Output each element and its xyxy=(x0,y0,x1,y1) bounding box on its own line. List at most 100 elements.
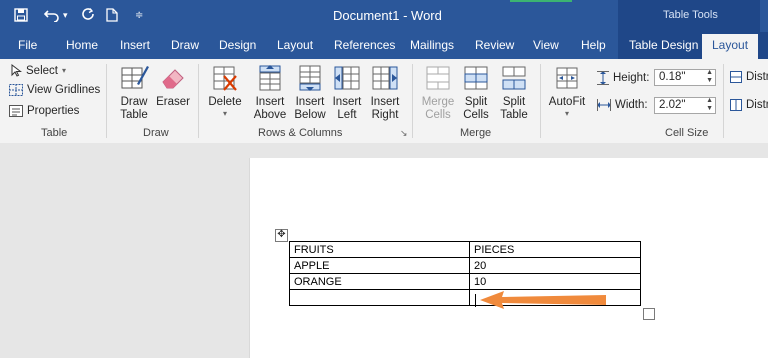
merge-cells-icon xyxy=(426,66,450,90)
rows-columns-group-label: Rows & Columns xyxy=(258,127,343,139)
rows-columns-launcher-icon[interactable]: ↘ xyxy=(400,128,408,139)
distribute-columns-button[interactable]: Distr xyxy=(730,99,768,111)
insert-above-icon xyxy=(259,65,281,91)
table-tools-context: Table Tools xyxy=(618,0,760,32)
insert-left-button[interactable]: Insert Left xyxy=(328,64,366,122)
insert-right-button[interactable]: Insert Right xyxy=(366,64,404,122)
tab-file[interactable]: File xyxy=(18,38,37,52)
width-input[interactable]: 2.02" ▲ ▼ xyxy=(654,97,716,114)
select-button[interactable]: Select ▾ xyxy=(11,64,66,77)
height-spinner-icon[interactable]: ▲ ▼ xyxy=(706,69,713,85)
window-title: Document1 - Word xyxy=(333,8,442,23)
eraser-label: Eraser xyxy=(156,96,190,108)
merge-group-label: Merge xyxy=(460,127,492,139)
insert-right-label: Insert Right xyxy=(370,96,400,121)
insert-right-icon xyxy=(372,66,398,90)
table-resize-handle[interactable] xyxy=(643,308,655,320)
tab-layout[interactable]: Layout xyxy=(277,38,313,52)
table-group-label: Table xyxy=(41,127,68,139)
title-bar: ▾ ≑ Document1 - Word Table Tools xyxy=(0,0,768,32)
ribbon-tabs: File Home Insert Draw Design Layout Refe… xyxy=(0,32,768,59)
height-input[interactable]: 0.18" ▲ ▼ xyxy=(654,69,716,86)
group-separator xyxy=(540,64,541,138)
autofit-dropdown-icon: ▾ xyxy=(564,109,569,118)
width-spinner-icon[interactable]: ▲ ▼ xyxy=(706,97,713,113)
group-separator xyxy=(198,64,199,138)
split-cells-icon xyxy=(464,66,488,90)
insert-above-button[interactable]: Insert Above xyxy=(250,64,290,122)
tab-review[interactable]: Review xyxy=(475,38,514,52)
table-cell[interactable]: PIECES xyxy=(469,241,641,258)
insert-below-label: Insert Below xyxy=(294,96,326,121)
table-row: APPLE 20 xyxy=(289,257,641,274)
draw-table-icon xyxy=(121,66,149,89)
split-table-icon xyxy=(502,66,526,90)
tab-mailings[interactable]: Mailings xyxy=(410,38,454,52)
tab-design[interactable]: Design xyxy=(219,38,256,52)
delete-dropdown-icon: ▾ xyxy=(222,109,227,118)
distribute-columns-label: Distr xyxy=(746,99,768,111)
insert-above-label: Insert Above xyxy=(253,96,287,121)
delete-button[interactable]: Delete ▾ xyxy=(205,64,245,118)
insert-below-button[interactable]: Insert Below xyxy=(290,64,330,122)
height-label: Height: xyxy=(613,72,650,84)
undo-dropdown-icon[interactable]: ▾ xyxy=(63,6,68,24)
group-separator xyxy=(412,64,413,138)
cell-size-group-label: Cell Size xyxy=(665,127,709,139)
draw-group-label: Draw xyxy=(143,127,169,139)
table-cell[interactable]: 20 xyxy=(469,257,641,274)
customize-qat-icon[interactable]: ≑ xyxy=(135,6,143,24)
split-cells-label: Split Cells xyxy=(463,96,489,121)
group-separator xyxy=(723,64,724,138)
table-cell[interactable]: FRUITS xyxy=(289,241,470,258)
height-value: 0.18" xyxy=(659,71,686,83)
tab-draw[interactable]: Draw xyxy=(171,38,199,52)
tab-help[interactable]: Help xyxy=(581,38,606,52)
eraser-icon xyxy=(162,69,184,89)
view-gridlines-label: View Gridlines xyxy=(27,84,101,96)
tab-table-layout[interactable]: Layout xyxy=(702,34,759,59)
table-cell[interactable]: 10 xyxy=(469,273,641,290)
merge-cells-button[interactable]: Merge Cells xyxy=(418,64,458,122)
tab-insert[interactable]: Insert xyxy=(120,38,150,52)
table-cell[interactable]: ORANGE xyxy=(289,273,470,290)
autofit-icon xyxy=(556,67,578,89)
select-dropdown-icon: ▾ xyxy=(61,66,66,75)
tab-table-design[interactable]: Table Design xyxy=(629,38,698,52)
merge-cells-label: Merge Cells xyxy=(421,96,455,121)
table-move-handle-icon[interactable]: ✥ xyxy=(275,229,288,242)
distribute-rows-label: Distr xyxy=(746,71,768,83)
autofit-label: AutoFit xyxy=(548,96,586,108)
delete-table-icon xyxy=(213,66,237,91)
draw-table-label: Draw Table xyxy=(120,96,148,121)
table-row: FRUITS PIECES xyxy=(289,241,641,258)
gridlines-icon xyxy=(9,84,23,96)
undo-icon[interactable] xyxy=(44,6,60,24)
table-cell[interactable]: APPLE xyxy=(289,257,470,274)
annotation-arrow-icon xyxy=(480,291,606,309)
group-separator xyxy=(106,64,107,138)
autofit-button[interactable]: AutoFit ▾ xyxy=(546,64,588,118)
split-cells-button[interactable]: Split Cells xyxy=(456,64,496,122)
save-icon[interactable] xyxy=(14,6,28,24)
ribbon: Select ▾ View Gridlines Properties Table… xyxy=(0,59,768,144)
eraser-button[interactable]: Eraser xyxy=(155,64,191,109)
insert-left-icon xyxy=(334,66,360,90)
redo-icon[interactable] xyxy=(81,6,95,24)
view-gridlines-button[interactable]: View Gridlines xyxy=(9,84,100,96)
distribute-rows-button[interactable]: Distr xyxy=(730,71,768,83)
draw-table-button[interactable]: Draw Table xyxy=(114,64,154,122)
properties-button[interactable]: Properties xyxy=(9,105,79,117)
height-label-wrap: Height: xyxy=(597,71,649,85)
table-cell[interactable] xyxy=(289,289,470,306)
new-document-icon[interactable] xyxy=(106,6,118,24)
split-table-button[interactable]: Split Table xyxy=(494,64,534,122)
tab-home[interactable]: Home xyxy=(66,38,98,52)
insert-left-label: Insert Left xyxy=(332,96,362,121)
tab-view[interactable]: View xyxy=(533,38,559,52)
title-accent-strip xyxy=(510,0,572,2)
text-cursor xyxy=(475,294,476,307)
width-label: Width: xyxy=(615,99,648,111)
tab-references[interactable]: References xyxy=(334,38,395,52)
select-label: Select xyxy=(26,64,58,77)
